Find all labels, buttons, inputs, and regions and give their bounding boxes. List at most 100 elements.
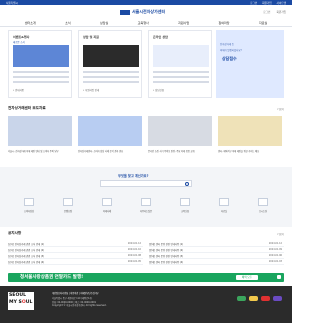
quick-link[interactable]: 자주하는질문 (131, 195, 161, 223)
quick-link-label: 피해사례 (102, 210, 112, 213)
news-thumbnail (78, 116, 142, 146)
login-link[interactable]: 로그인 (263, 10, 270, 14)
footer-copyright: Copyright © 서울시전자상가센터. All rights reserv… (52, 304, 107, 308)
archive-icon (219, 198, 229, 206)
site-logo[interactable]: 서울시전자상가센터 (120, 9, 165, 15)
notice-list-right: [안내] 센터 운영 관련 안내사항 (1) 2024.01.12 [안내] 센… (149, 241, 284, 265)
site-header: 서울시전자상가센터 로그인 회원가입 (0, 5, 292, 19)
nav-item-resources[interactable]: 자료실 (259, 19, 267, 25)
notice-title: [공지] 전자상거래 관련 소식 안내 (2) (8, 248, 45, 252)
section-title-notice: 공지사항 (8, 231, 22, 235)
notice-title: [안내] 센터 운영 관련 안내사항 (2) (149, 248, 184, 252)
consult-icon (24, 198, 34, 206)
card-online-consult[interactable]: 온라인 상담 • 상담신청 (148, 30, 212, 98)
notice-date: 2024.01.09 (268, 248, 282, 251)
search-icon[interactable] (185, 182, 189, 186)
notice-title: [안내] 센터 운영 관련 안내사항 (4) (149, 260, 184, 264)
case-icon (102, 198, 112, 206)
card-title: 이벤트&행사 (13, 35, 30, 39)
footer-logo-line1: SEOUL (9, 293, 27, 298)
card-image (13, 45, 69, 67)
promo-button[interactable]: 상담접수 (220, 55, 239, 63)
quick-link[interactable]: 오시는길 (248, 195, 278, 223)
notice-list-left: [공지] 전자상거래 관련 소식 안내 (1) 2024.01.12 [공지] … (8, 241, 143, 265)
quick-link[interactable]: 피해사례 (92, 195, 122, 223)
family-site-icon[interactable] (237, 296, 246, 301)
card-tag: 새로운 소식 (13, 41, 25, 44)
footer-logo-line2: MY SOUL (9, 300, 32, 305)
card-lines (153, 71, 209, 86)
news-title: 서울시, 전자상거래 피해 예방 안내 및 소비자 주의 당부 (8, 150, 59, 153)
footer-logo-line2-prefix: MY S (9, 300, 22, 305)
news-item[interactable]: 센터, 해외직구 피해 예방을 위한 가이드 배포 (218, 116, 282, 164)
notice-row[interactable]: [안내] 센터 운영 관련 안내사항 (4) 2024.01.03 (149, 259, 284, 265)
news-thumbnail (148, 116, 212, 146)
promo-banner[interactable]: 청서울사랑상품권 연말카드 발행! 혜택 모두 (8, 273, 284, 282)
quick-link-label: 자주하는질문 (139, 210, 153, 213)
news-title: 온라인 쇼핑 사기 주의보 발령, 주요 피해 유형 공개 (148, 150, 195, 153)
banner-button[interactable]: 혜택 모두 (236, 275, 258, 280)
nav-item-education[interactable]: 교육행사 (138, 19, 149, 25)
nav-item-about[interactable]: 센터소개 (25, 19, 36, 25)
footer-links[interactable]: 개인정보처리방침 | 이용약관 | 이메일무단수집거부 (52, 292, 202, 295)
notice-title: [공지] 전자상거래 관련 소식 안내 (3) (8, 254, 45, 258)
nav-item-support[interactable]: 지원사업 (178, 19, 189, 25)
news-thumbnail (8, 116, 72, 146)
family-site-icon[interactable] (249, 296, 258, 301)
notice-date: 2024.01.08 (127, 254, 141, 257)
notice-date: 2024.01.10 (127, 248, 141, 251)
card-caption: • 지원사업 안내 (83, 89, 100, 92)
notice-date: 2024.01.12 (268, 242, 282, 245)
faq-icon (141, 198, 151, 206)
logo-mark (120, 9, 130, 15)
site-footer: SEOUL MY SOUL 개인정보처리방침 | 이용약관 | 이메일무단수집거… (0, 286, 292, 323)
promo-panel[interactable]: 전자상거래 등 피해가 발생하셨나요? 상담접수 (216, 30, 284, 98)
location-icon (258, 198, 268, 206)
logo-text: 서울시전자상가센터 (132, 9, 166, 14)
card-support[interactable]: 상담 및 지원 • 지원사업 안내 (78, 30, 142, 98)
nav-item-news[interactable]: 소식 (65, 19, 71, 25)
footer-text: 개인정보처리방침 | 이용약관 | 이메일무단수집거부 서울특별시 중구 세종대… (52, 292, 202, 308)
notice-date: 2024.01.05 (127, 260, 141, 263)
notice-section: 공지사항 더보기 [공지] 전자상거래 관련 소식 안내 (1) 2024.01… (8, 231, 284, 271)
card-caption: • 안내사항 (13, 89, 24, 92)
quick-link-label: 교육신청 (180, 210, 190, 213)
promo-title: 전자상거래 등 (220, 43, 234, 46)
card-image (153, 45, 209, 67)
footer-logo: SEOUL MY SOUL (8, 292, 34, 310)
card-lines (13, 71, 69, 86)
card-title: 온라인 상담 (153, 35, 168, 39)
notice-more-link[interactable]: 더보기 (277, 232, 284, 236)
pause-icon[interactable] (277, 275, 281, 279)
family-site-icon[interactable] (273, 296, 282, 301)
quick-link[interactable]: 소비자상담 (14, 195, 44, 223)
quick-link[interactable]: 교육신청 (170, 195, 200, 223)
notice-title: [안내] 센터 운영 관련 안내사항 (1) (149, 242, 184, 246)
signup-link[interactable]: 회원가입 (276, 10, 286, 14)
promo-subtitle: 피해가 발생하셨나요? (220, 49, 242, 52)
quick-link-label: 소비자상담 (23, 210, 35, 213)
nav-item-participation[interactable]: 참여마당 (219, 19, 230, 25)
news-item[interactable]: 온라인 쇼핑 사기 주의보 발령, 주요 피해 유형 공개 (148, 116, 212, 164)
quick-link[interactable]: 자료실 (209, 195, 239, 223)
card-event[interactable]: 이벤트&행사 새로운 소식 • 안내사항 (8, 30, 72, 98)
press-more-link[interactable]: 더보기 (277, 107, 284, 111)
footer-logo-line2-suffix: UL (25, 300, 33, 305)
card-lines (83, 71, 139, 86)
section-title-press: 전자상거래센터 보도자료 (8, 106, 46, 110)
notice-date: 2024.01.06 (268, 254, 282, 257)
search-title: 무엇을 찾고 계신가요? (118, 174, 149, 178)
nav-item-consult[interactable]: 상담실 (100, 19, 108, 25)
quick-link[interactable]: 분쟁조정 (53, 195, 83, 223)
family-site-icon[interactable] (261, 296, 270, 301)
press-list: 서울시, 전자상거래 피해 예방 안내 및 소비자 주의 당부 전자상거래센터,… (8, 116, 284, 164)
search-input[interactable] (100, 180, 192, 187)
footer-family-sites (237, 296, 282, 301)
news-item[interactable]: 전자상거래센터, 소비자 상담 사례 분석 결과 발표 (78, 116, 142, 164)
notice-row[interactable]: [공지] 전자상거래 관련 소식 안내 (4) 2024.01.05 (8, 259, 143, 265)
notice-date: 2024.01.12 (127, 242, 141, 245)
quick-link-label: 오시는길 (258, 210, 268, 213)
education-icon (180, 198, 190, 206)
card-caption: • 상담신청 (153, 89, 164, 92)
news-item[interactable]: 서울시, 전자상거래 피해 예방 안내 및 소비자 주의 당부 (8, 116, 72, 164)
